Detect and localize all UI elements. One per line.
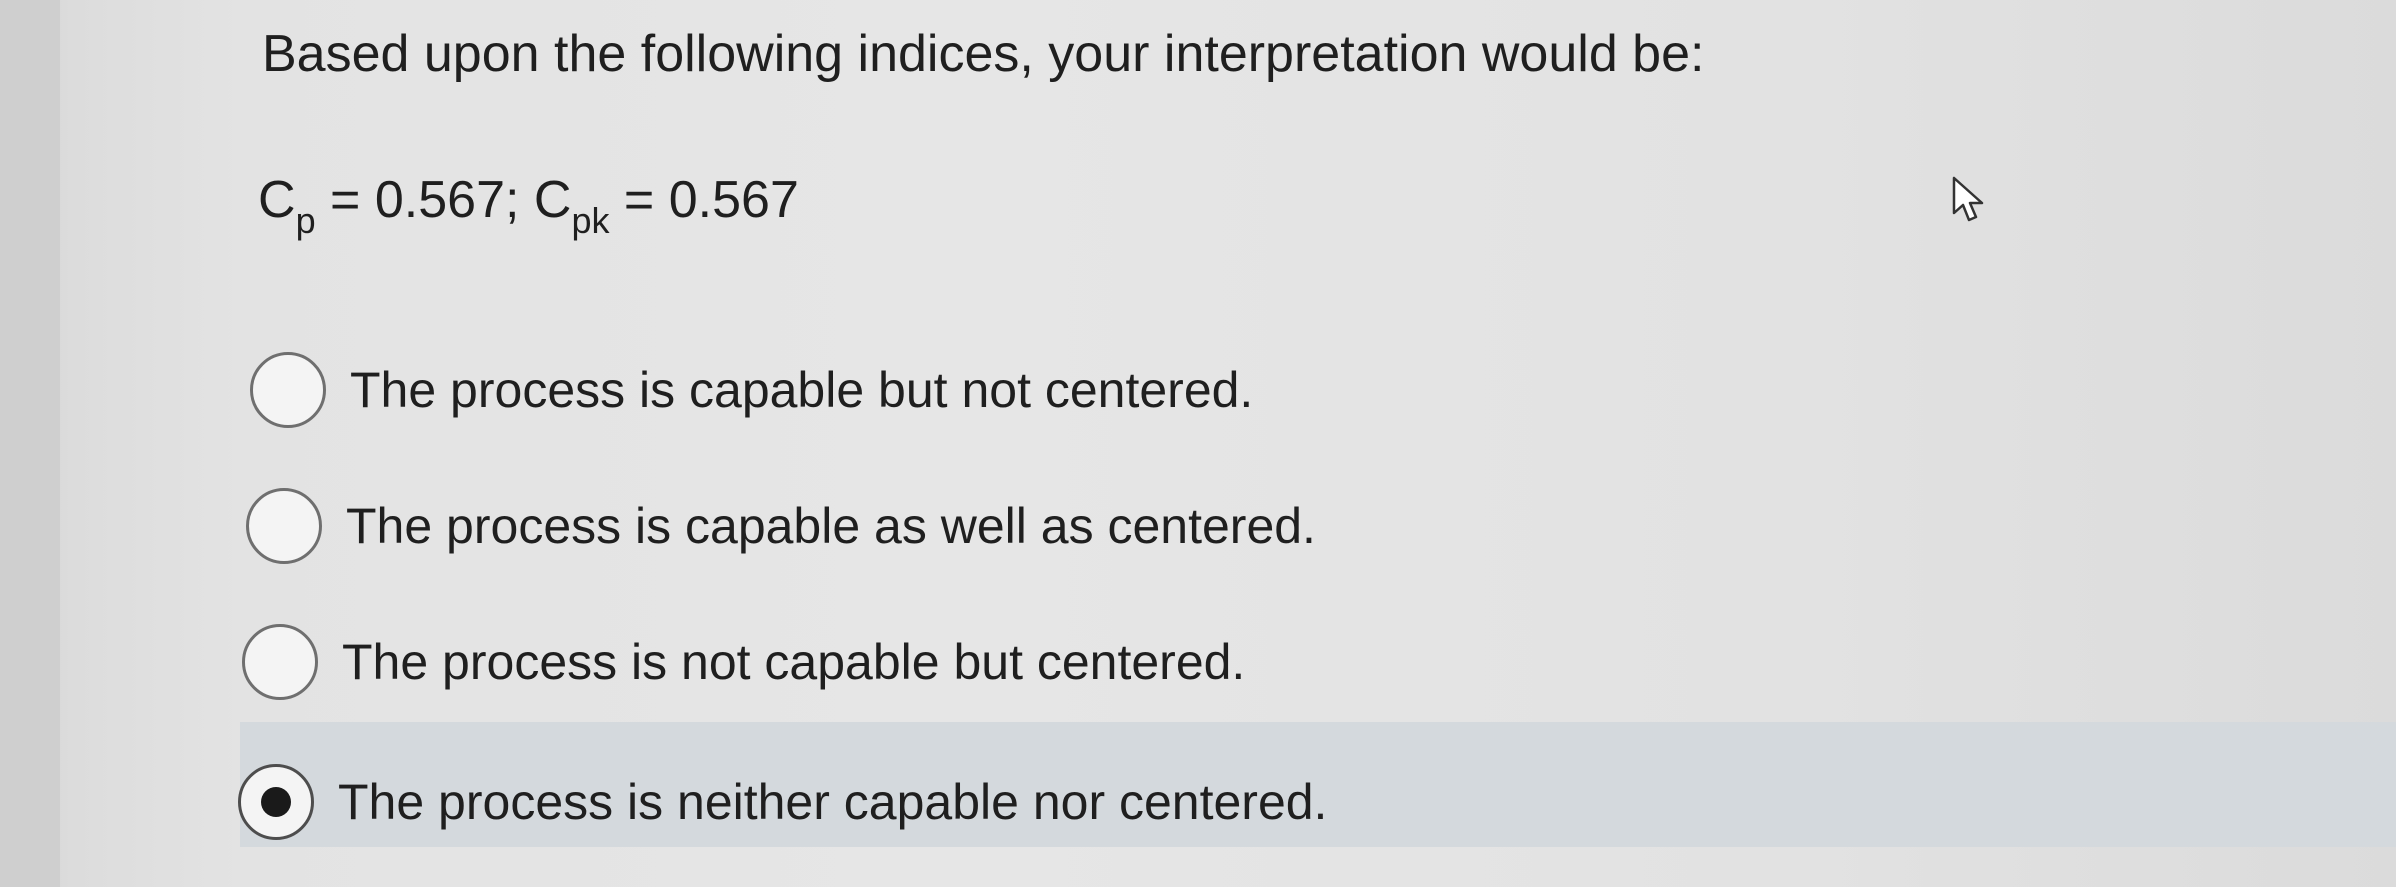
answer-option-label[interactable]: The process is not capable but centered. bbox=[342, 633, 1245, 691]
cp-symbol: C bbox=[258, 171, 296, 229]
answer-option-label[interactable]: The process is capable as well as center… bbox=[346, 497, 1316, 555]
radio-button-selected[interactable] bbox=[238, 764, 314, 840]
answer-option-label[interactable]: The process is capable but not centered. bbox=[350, 361, 1253, 419]
cp-subscript: p bbox=[295, 200, 316, 241]
mouse-pointer-icon bbox=[1952, 176, 1984, 222]
answer-option-2[interactable]: The process is capable as well as center… bbox=[246, 476, 1316, 576]
answer-option-label[interactable]: The process is neither capable nor cente… bbox=[338, 773, 1327, 831]
answer-option-4[interactable]: The process is neither capable nor cente… bbox=[238, 752, 1327, 852]
cpk-symbol: C bbox=[533, 171, 572, 229]
capability-indices: Cp = 0.567; Cpk = 0.567 bbox=[258, 168, 799, 239]
answer-option-1[interactable]: The process is capable but not centered. bbox=[250, 340, 1253, 440]
radio-button[interactable] bbox=[246, 488, 322, 564]
cp-value: = 0.567; bbox=[315, 171, 534, 229]
radio-selected-dot bbox=[261, 787, 291, 817]
question-prompt: Based upon the following indices, your i… bbox=[262, 25, 1705, 83]
cpk-value: = 0.567 bbox=[609, 171, 799, 229]
radio-button[interactable] bbox=[250, 352, 326, 428]
cpk-subscript: pk bbox=[571, 200, 610, 241]
answer-option-3[interactable]: The process is not capable but centered. bbox=[242, 612, 1245, 712]
page-margin bbox=[0, 0, 60, 887]
radio-button[interactable] bbox=[242, 624, 318, 700]
